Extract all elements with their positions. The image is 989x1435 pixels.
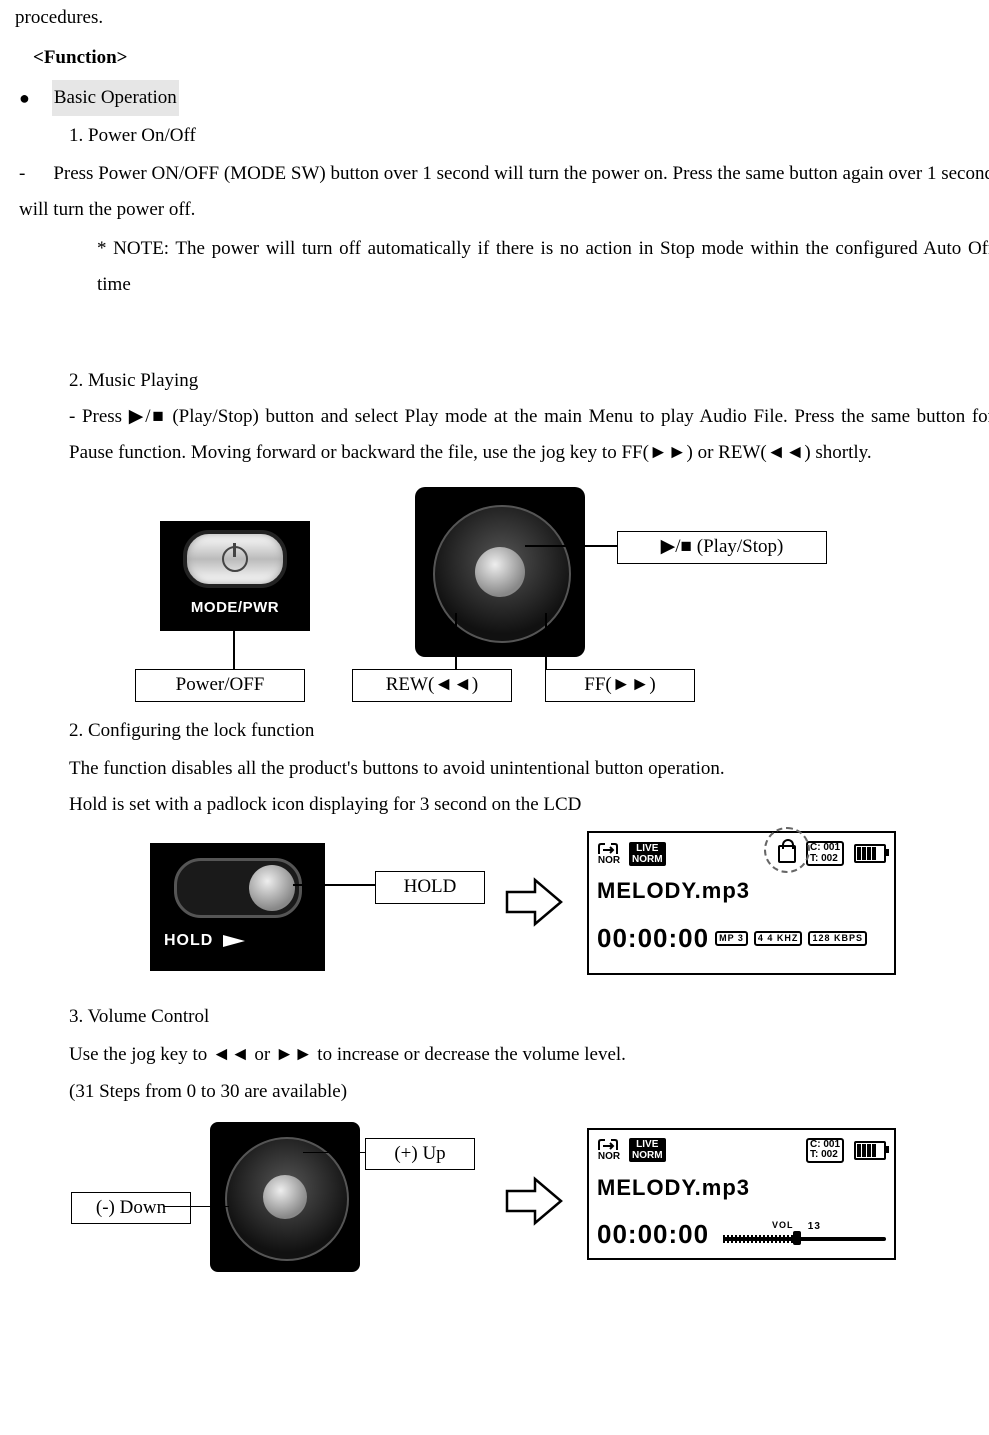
modepwr-button-graphic: MODE/PWR [160, 521, 310, 631]
track-count-icon: C: 001T: 002 [806, 1138, 844, 1163]
arrow-right-icon [505, 877, 565, 927]
jog-dial-graphic-2 [210, 1122, 360, 1272]
track-count-icon: C: 001T: 002 [806, 841, 844, 866]
power-note: * NOTE: The power will turn off automati… [97, 231, 989, 303]
rew-label: REW(◄◄) [352, 669, 512, 702]
arrow-right-icon [505, 1176, 565, 1226]
plus-up-label: (+) Up [365, 1138, 475, 1171]
figure-hold: HOLD HOLD NOR LIVENORM [15, 829, 975, 999]
function-heading: <Function> [33, 40, 989, 76]
leader-line [163, 1206, 229, 1208]
basic-operation-label: Basic Operation [52, 80, 179, 116]
lcd-filename: MELODY.mp3 [597, 870, 886, 912]
figure-volume: (-) Down (+) Up NOR LIVENORM C: 001T: 00… [15, 1116, 975, 1286]
hold-switch-graphic: HOLD [150, 843, 325, 971]
power-onoff-item: 1. Power On/Off [69, 118, 989, 154]
vol-label: VOL [772, 1217, 794, 1234]
minus-down-label: (-) Down [71, 1192, 191, 1225]
leader-line [293, 884, 377, 886]
lcd-display-volume: NOR LIVENORM C: 001T: 002 MELODY.mp3 00:… [587, 1128, 896, 1260]
leader-line [525, 545, 620, 547]
hold-label: HOLD [375, 871, 485, 904]
volume-heading: 3. Volume Control [69, 999, 989, 1035]
hold-word: HOLD [164, 926, 213, 956]
lcd-time-row: 00:00:00 MP 3 4 4 KHZ 128 KBPS [597, 914, 894, 963]
jog-dial-graphic [415, 487, 585, 657]
volume-p2: (31 Steps from 0 to 30 are available) [69, 1074, 989, 1110]
bullet-icon: ● [19, 81, 30, 115]
battery-icon [854, 1141, 886, 1160]
power-paragraph: -Press Power ON/OFF (MODE SW) button ove… [19, 156, 989, 228]
power-button-icon [183, 530, 287, 588]
lock-p2: Hold is set with a padlock icon displayi… [69, 787, 989, 823]
live-norm-icon: LIVENORM [629, 1138, 666, 1162]
hold-track [174, 858, 302, 918]
kbps-icon: 128 KBPS [808, 931, 867, 946]
vol-value: 13 [808, 1217, 821, 1236]
battery-icon [854, 844, 886, 863]
live-norm-icon: LIVENORM [629, 842, 666, 866]
lcd-time: 00:00:00 [597, 1210, 709, 1259]
playstop-label: ▶/■ (Play/Stop) [617, 531, 827, 564]
lcd-time-row: 00:00:00 VOL 13 [597, 1210, 894, 1259]
hold-knob [249, 865, 295, 911]
lcd-display-hold: NOR LIVENORM C: 001T: 002 MELODY.mp3 00:… [587, 831, 896, 975]
ff-label: FF(►►) [545, 669, 695, 702]
lcd-time: 00:00:00 [597, 914, 709, 963]
music-paragraph: - Press ▶/■ (Play/Stop) button and selec… [69, 399, 989, 471]
lcd-filename: MELODY.mp3 [597, 1167, 886, 1209]
leader-line [233, 631, 235, 671]
partial-word: procedures. [15, 0, 989, 36]
music-heading: 2. Music Playing [69, 363, 989, 399]
volume-p1: Use the jog key to ◄◄ or ►► to increase … [69, 1037, 989, 1073]
figure-power-jog: MODE/PWR Power/OFF REW(◄◄) FF(►►) ▶/■ (P… [15, 483, 975, 713]
leader-line [545, 613, 547, 671]
leader-line [303, 1152, 367, 1154]
power-off-label: Power/OFF [135, 669, 305, 702]
hold-arrow-icon [223, 935, 245, 947]
power-para-text: Press Power ON/OFF (MODE SW) button over… [19, 163, 989, 220]
power-symbol-icon [222, 546, 248, 572]
lock-p1: The function disables all the product's … [69, 751, 989, 787]
modepwr-label: MODE/PWR [191, 594, 279, 623]
khz-icon: 4 4 KHZ [754, 931, 803, 946]
spacer [15, 303, 989, 363]
nor-icon: NOR [597, 1138, 621, 1163]
basic-operation-row: ● Basic Operation [19, 80, 989, 116]
nor-icon: NOR [597, 842, 621, 867]
volume-bar: VOL 13 [723, 1227, 886, 1243]
lock-heading: 2. Configuring the lock function [69, 713, 989, 749]
leader-line [455, 613, 457, 671]
highlight-circle [764, 827, 810, 873]
hold-text: HOLD [164, 926, 245, 956]
mp3-icon: MP 3 [715, 931, 748, 946]
dash-icon: - [19, 163, 25, 184]
